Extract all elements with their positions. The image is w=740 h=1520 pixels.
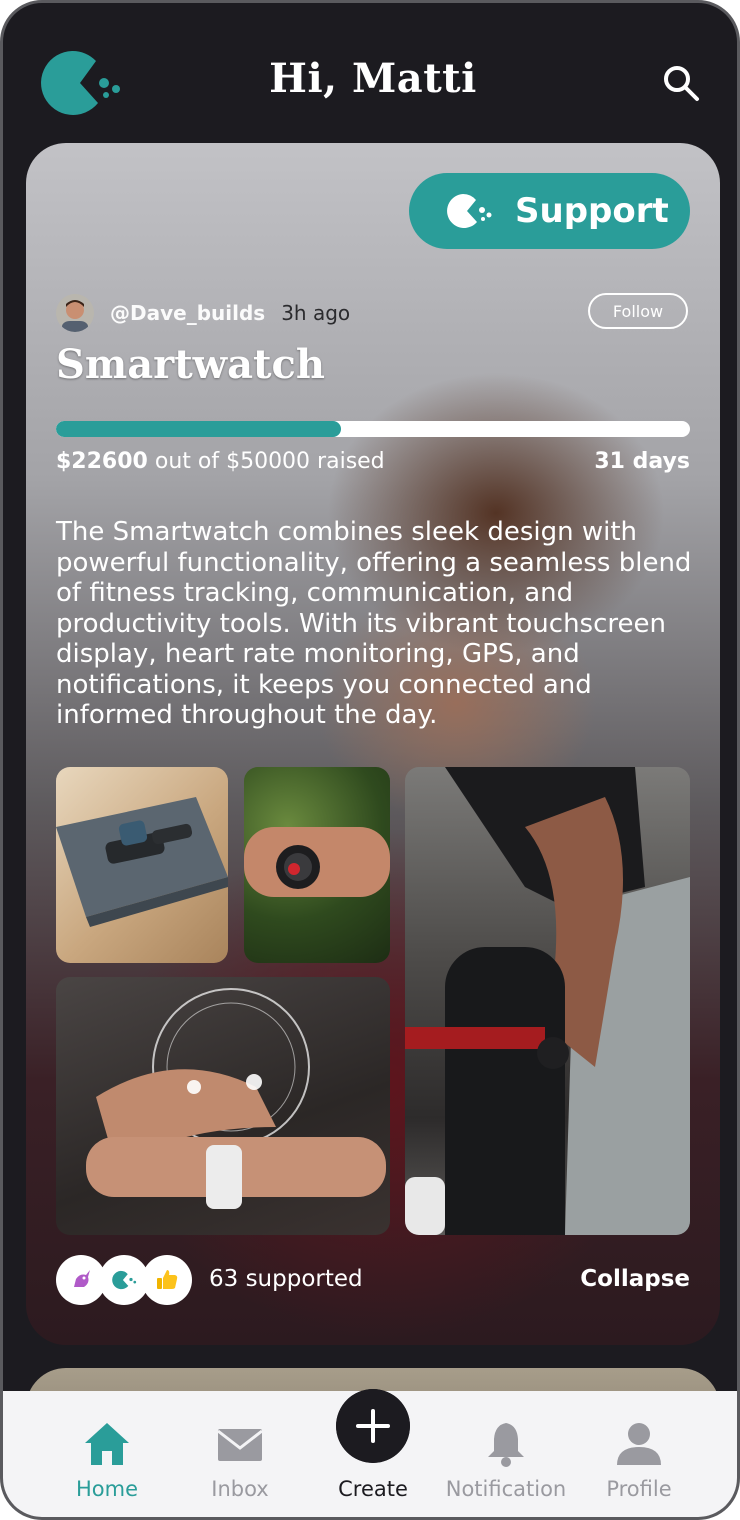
nav-inbox[interactable]: Inbox	[170, 1391, 310, 1517]
photo-watch-on-wrist[interactable]	[244, 767, 390, 963]
photo-watch-on-laptop-art	[56, 797, 228, 927]
nav-notification-label: Notification	[445, 1477, 567, 1501]
nav-inbox-label: Inbox	[211, 1477, 269, 1501]
nav-profile-label: Profile	[606, 1477, 672, 1501]
search-icon[interactable]	[659, 61, 703, 105]
photo-watch-hologram-art	[86, 988, 386, 1209]
pacman-logo-icon[interactable]	[36, 47, 126, 117]
funding-progress-fill	[56, 421, 342, 437]
raised-goal: out of $50000 raised	[147, 449, 385, 474]
bottom-nav: Home Inbox Create Notification Profile	[3, 1389, 737, 1517]
support-label: Support	[515, 191, 669, 231]
home-icon	[85, 1423, 129, 1465]
funding-progress-bar	[56, 421, 690, 437]
mail-icon	[217, 1429, 263, 1461]
nav-home[interactable]: Home	[37, 1391, 177, 1517]
author-row: @Dave_builds 3h ago	[56, 293, 350, 333]
photo-cyclist-watch-art	[405, 767, 690, 1235]
photo-watch-hologram[interactable]	[56, 977, 390, 1235]
bell-icon	[488, 1423, 524, 1467]
user-icon	[617, 1423, 661, 1465]
plus-icon	[336, 1389, 410, 1463]
nav-create-label: Create	[338, 1477, 408, 1501]
nav-create[interactable]: Create	[303, 1389, 443, 1517]
collapse-button[interactable]: Collapse	[580, 1266, 690, 1292]
photo-watch-on-laptop[interactable]	[56, 767, 228, 963]
days-left: 31 days	[594, 449, 690, 474]
nav-home-label: Home	[75, 1477, 138, 1501]
post-time: 3h ago	[281, 301, 351, 325]
thumbs-up-icon	[142, 1255, 192, 1305]
supporter-avatars[interactable]	[56, 1255, 196, 1305]
supported-count: 63 supported	[209, 1266, 363, 1292]
campaign-title: Smartwatch	[56, 341, 325, 388]
nav-notification[interactable]: Notification	[436, 1391, 576, 1517]
page-title: Hi, Matti	[269, 55, 477, 102]
avatar[interactable]	[56, 294, 94, 332]
pacman-logo-icon	[447, 193, 492, 228]
raised-text: $22600 out of $50000 raised	[56, 449, 385, 474]
campaign-card: Support @Dave_builds 3h ago Follow Smart…	[26, 143, 720, 1345]
photo-watch-on-wrist-art	[244, 827, 390, 897]
app-screen: Hi, Matti Support @Dave_builds 3h ago Fo…	[0, 0, 740, 1520]
support-button[interactable]: Support	[409, 173, 690, 249]
raised-amount: $22600	[56, 449, 148, 474]
follow-button[interactable]: Follow	[588, 293, 688, 329]
author-handle[interactable]: @Dave_builds	[110, 301, 265, 325]
photo-cyclist-watch[interactable]	[405, 767, 690, 1235]
nav-profile[interactable]: Profile	[569, 1391, 709, 1517]
campaign-description: The Smartwatch combines sleek design wit…	[56, 517, 692, 730]
